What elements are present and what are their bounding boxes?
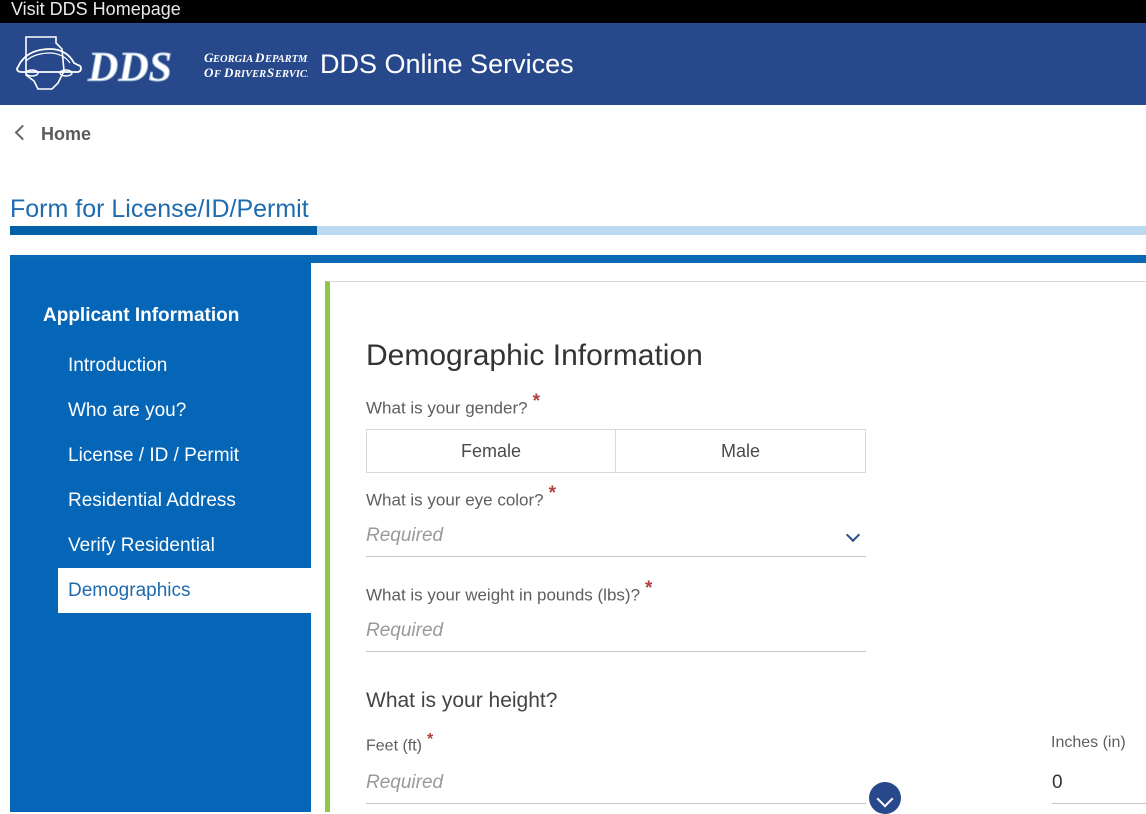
sidebar-item-license-id-permit[interactable]: License / ID / Permit — [10, 433, 311, 478]
svg-text:DDS: DDS — [87, 45, 172, 91]
form-progress-bar — [10, 226, 1146, 235]
required-marker: * — [427, 731, 433, 748]
utility-bar: Visit DDS Homepage — [0, 0, 1146, 23]
form-step-sidebar: Applicant Information Introduction Who ar… — [10, 260, 311, 812]
sidebar-item-label: Introduction — [68, 354, 167, 378]
eye-color-placeholder: Required — [366, 523, 443, 549]
page-title: Form for License/ID/Permit — [10, 193, 309, 225]
svg-text:O: O — [204, 65, 214, 80]
svg-text:D: D — [223, 65, 234, 80]
visit-dds-homepage-link[interactable]: Visit DDS Homepage — [11, 0, 181, 22]
height-inches-input[interactable]: 0 — [1052, 766, 1146, 804]
height-feet-placeholder: Required — [366, 770, 443, 796]
dds-logo[interactable]: DDS G EORGIA D EPARTMENT O F D RIVER S E… — [12, 31, 308, 97]
eye-color-select[interactable]: Required — [366, 519, 866, 557]
sidebar-item-label: Verify Residential — [68, 534, 215, 558]
form-content-panel: Demographic Information What is your gen… — [325, 281, 1146, 812]
form-shell: Applicant Information Introduction Who ar… — [0, 255, 1146, 812]
section-title: Demographic Information — [366, 337, 703, 375]
svg-text:RIVER: RIVER — [233, 69, 266, 80]
svg-text:F: F — [213, 69, 221, 80]
sidebar-heading: Applicant Information — [43, 304, 239, 328]
gender-option-female[interactable]: Female — [366, 429, 616, 473]
chevron-left-icon — [14, 123, 28, 145]
svg-text:S: S — [267, 65, 274, 80]
gender-label: What is your gender?* — [366, 392, 540, 420]
height-inches-value: 0 — [1052, 770, 1063, 796]
gender-segmented-control[interactable]: Female Male — [366, 429, 866, 473]
back-to-home-link[interactable]: Home — [14, 123, 91, 145]
sidebar-item-label: Who are you? — [68, 399, 186, 423]
weight-label: What is your weight in pounds (lbs)?* — [366, 579, 652, 607]
sidebar-item-who-are-you[interactable]: Who are you? — [10, 388, 311, 433]
breadcrumb-label: Home — [41, 123, 91, 145]
height-question: What is your height? — [366, 687, 557, 714]
svg-text:EORGIA: EORGIA — [212, 54, 253, 65]
sidebar-item-label: Residential Address — [68, 489, 236, 513]
sidebar-item-residential-address[interactable]: Residential Address — [10, 478, 311, 523]
weight-placeholder: Required — [366, 618, 443, 644]
height-feet-label: Feet (ft)* — [366, 732, 433, 757]
eye-color-label: What is your eye color?* — [366, 484, 556, 512]
form-progress-fill — [10, 226, 317, 235]
required-marker: * — [549, 483, 556, 504]
height-inches-label: Inches (in) — [1051, 732, 1126, 754]
required-marker: * — [645, 578, 652, 599]
required-marker: * — [533, 391, 540, 412]
site-header: DDS G EORGIA D EPARTMENT O F D RIVER S E… — [0, 23, 1146, 105]
svg-text:EPARTMENT: EPARTMENT — [264, 54, 308, 65]
sidebar-item-label: Demographics — [68, 579, 191, 603]
breadcrumb: Home — [0, 105, 1146, 169]
sidebar-item-introduction[interactable]: Introduction — [10, 343, 311, 388]
svg-text:ERVICES: ERVICES — [274, 69, 308, 80]
svg-text:D: D — [254, 50, 265, 65]
weight-input[interactable]: Required — [366, 614, 866, 652]
sidebar-item-verify-residential[interactable]: Verify Residential — [10, 523, 311, 568]
site-title: DDS Online Services — [320, 46, 574, 82]
gender-option-male[interactable]: Male — [616, 429, 866, 473]
height-feet-input[interactable]: Required — [366, 766, 866, 804]
sidebar-item-label: License / ID / Permit — [68, 444, 239, 468]
sidebar-item-demographics[interactable]: Demographics — [58, 568, 316, 613]
sidebar-step-list: Introduction Who are you? License / ID / P… — [10, 343, 311, 613]
scroll-down-button[interactable] — [869, 782, 901, 814]
chevron-down-icon[interactable] — [847, 530, 860, 543]
